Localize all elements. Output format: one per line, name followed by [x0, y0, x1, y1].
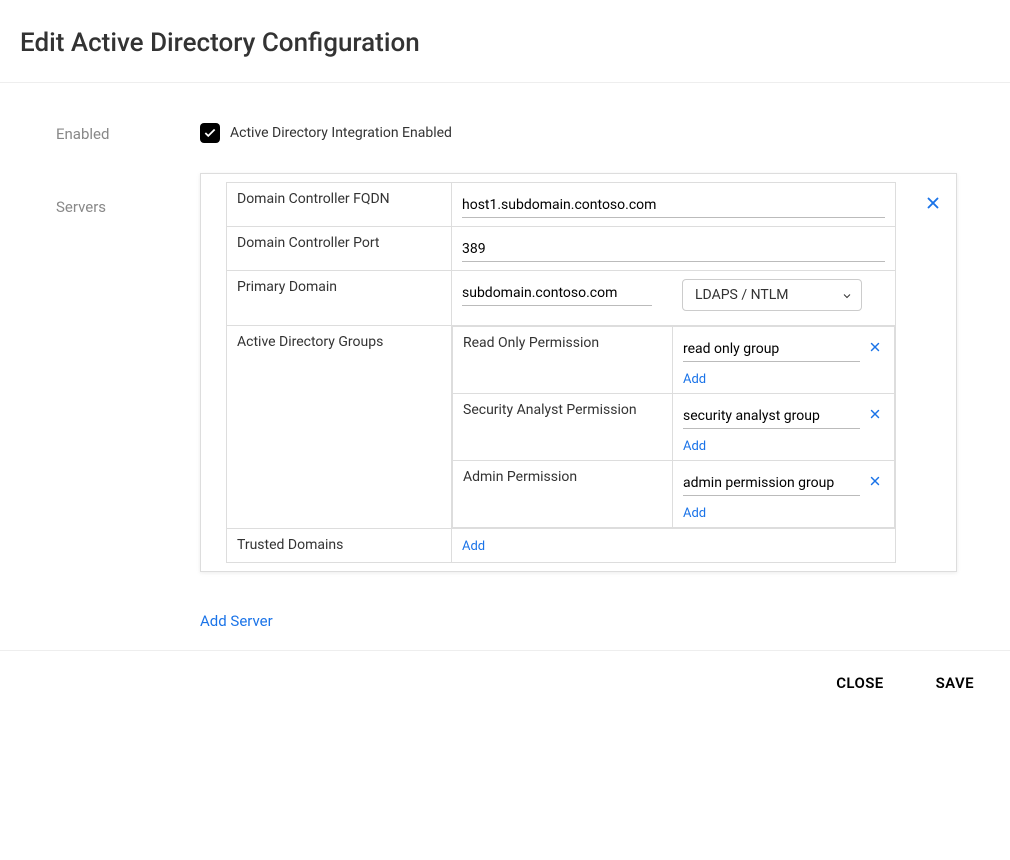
security-group-entry	[683, 402, 884, 429]
close-button[interactable]: CLOSE	[830, 673, 889, 693]
primary-domain-label: Primary Domain	[227, 271, 452, 326]
admin-group-input[interactable]	[683, 469, 860, 496]
add-security-group-link[interactable]: Add	[683, 439, 706, 454]
remove-admin-group-icon[interactable]	[866, 474, 884, 492]
ad-groups-label: Active Directory Groups	[227, 326, 452, 529]
checkbox-checked-icon	[200, 123, 220, 143]
servers-row: Servers Domain Controller FQDN	[56, 173, 990, 630]
readonly-group-input[interactable]	[683, 335, 860, 362]
protocol-select-value: LDAPS / NTLM	[695, 287, 789, 303]
fqdn-input[interactable]	[462, 191, 885, 218]
page-header: Edit Active Directory Configuration	[0, 0, 1010, 83]
servers-label: Servers	[56, 173, 200, 630]
server-config-table: Domain Controller FQDN Domain Controller…	[226, 182, 896, 563]
groups-table: Read Only Permission	[452, 326, 895, 528]
port-label: Domain Controller Port	[227, 227, 452, 271]
remove-readonly-group-icon[interactable]	[866, 340, 884, 358]
security-group-input[interactable]	[683, 402, 860, 429]
enabled-checkbox-label: Active Directory Integration Enabled	[230, 125, 452, 141]
enabled-row: Enabled Active Directory Integration Ena…	[56, 123, 990, 143]
protocol-select[interactable]: LDAPS / NTLM	[682, 279, 862, 311]
footer: CLOSE SAVE	[0, 650, 1010, 715]
security-perm-label: Security Analyst Permission	[453, 394, 673, 461]
primary-domain-input[interactable]	[462, 279, 652, 306]
server-card: Domain Controller FQDN Domain Controller…	[200, 173, 957, 572]
admin-perm-label: Admin Permission	[453, 461, 673, 528]
enabled-checkbox-wrap[interactable]: Active Directory Integration Enabled	[200, 123, 990, 143]
enabled-label: Enabled	[56, 123, 200, 143]
add-readonly-group-link[interactable]: Add	[683, 372, 706, 387]
fqdn-label: Domain Controller FQDN	[227, 183, 452, 227]
chevron-down-icon	[841, 290, 853, 302]
page-title: Edit Active Directory Configuration	[20, 28, 990, 58]
readonly-perm-label: Read Only Permission	[453, 327, 673, 394]
trusted-domains-label: Trusted Domains	[227, 529, 452, 563]
add-trusted-domain-link[interactable]: Add	[462, 539, 485, 554]
content: Enabled Active Directory Integration Ena…	[0, 83, 1010, 650]
add-admin-group-link[interactable]: Add	[683, 506, 706, 521]
remove-server-icon[interactable]	[924, 194, 942, 217]
readonly-group-entry	[683, 335, 884, 362]
remove-security-group-icon[interactable]	[866, 407, 884, 425]
port-input[interactable]	[462, 235, 885, 262]
add-server-link[interactable]: Add Server	[200, 612, 273, 630]
save-button[interactable]: SAVE	[930, 673, 980, 693]
admin-group-entry	[683, 469, 884, 496]
